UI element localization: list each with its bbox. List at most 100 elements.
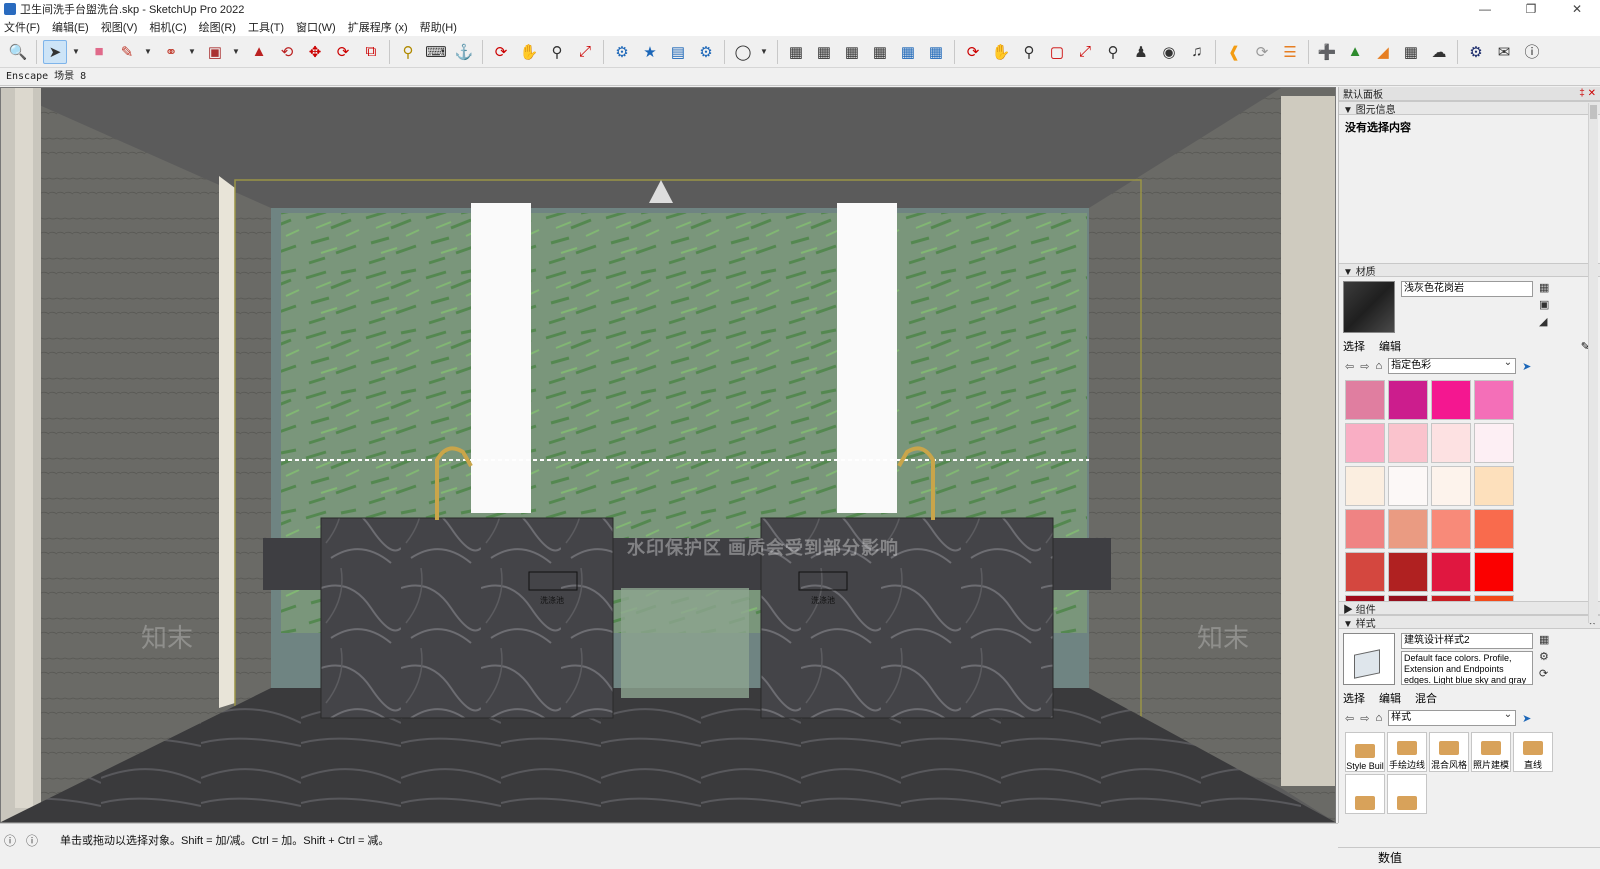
previous-view-icon[interactable]: ⚲	[1101, 40, 1125, 64]
style-folder[interactable]: Style Buil	[1345, 732, 1385, 772]
tab-edit[interactable]: 编辑	[1379, 690, 1401, 706]
material-name-field[interactable]: 浅灰色花岗岩	[1401, 281, 1533, 297]
select-tool-icon[interactable]: ➤	[43, 39, 67, 64]
text-icon[interactable]: ⌨	[424, 40, 448, 64]
walk-icon[interactable]: ♫	[1185, 40, 1209, 64]
measurements-box[interactable]: 数值	[1338, 847, 1600, 869]
enscape-logo-icon[interactable]: ❰	[1222, 40, 1246, 64]
menu-camera[interactable]: 相机(C)	[149, 19, 186, 35]
color-swatch[interactable]	[1431, 423, 1471, 463]
menu-extensions[interactable]: 扩展程序 (x)	[348, 19, 408, 35]
details-arrow-icon[interactable]: ➤	[1522, 360, 1531, 373]
menu-file[interactable]: 文件(F)	[4, 19, 40, 35]
forward-arrow-icon[interactable]: ⇨	[1360, 360, 1369, 373]
color-swatch[interactable]	[1431, 595, 1471, 601]
zoom-extents-icon[interactable]: ⤢	[573, 40, 597, 64]
checker-icon[interactable]: ▦	[1399, 40, 1423, 64]
zoom-window-icon[interactable]: ▢	[1045, 40, 1069, 64]
entity-info-header[interactable]: ▼ 图元信息 ✕	[1339, 101, 1600, 116]
chevron-down-icon[interactable]: ▼	[187, 40, 197, 64]
tab-select[interactable]: 选择	[1343, 690, 1365, 706]
menu-help[interactable]: 帮助(H)	[420, 19, 457, 35]
rectangle-icon[interactable]: ▣	[203, 40, 227, 64]
color-swatch[interactable]	[1474, 552, 1514, 592]
3d-viewport[interactable]: 水印保护区 画质会受到部分影响 洗涤池 洗涤池 知末 知末	[0, 87, 1336, 823]
display-secondary-icon[interactable]: ▦	[1539, 281, 1549, 294]
tab-mix[interactable]: 混合	[1415, 690, 1437, 706]
style-folder[interactable]: 手绘边线	[1387, 732, 1427, 772]
style-folder[interactable]: 照片建模	[1471, 732, 1511, 772]
pan2-icon[interactable]: ✋	[989, 40, 1013, 64]
minimize-icon[interactable]: —	[1462, 0, 1508, 18]
settings-gear-icon[interactable]: ⚙	[1464, 40, 1488, 64]
components-header[interactable]: ▶ 组件 ✕	[1339, 601, 1600, 616]
style-folder[interactable]: 直线	[1513, 732, 1553, 772]
style-library-select[interactable]: 样式	[1388, 708, 1517, 726]
views-iso-icon[interactable]: ▦	[784, 40, 808, 64]
tab-select[interactable]: 选择	[1343, 338, 1365, 354]
style-folder[interactable]	[1387, 774, 1427, 814]
forward-arrow-icon[interactable]: ⇨	[1360, 712, 1369, 725]
pin-close-icons[interactable]: ‡ ✕	[1579, 88, 1596, 99]
refresh-icon[interactable]: ⟳	[1539, 667, 1549, 680]
geo-location-icon[interactable]: ⓘ	[4, 832, 16, 849]
color-swatch[interactable]	[1388, 509, 1428, 549]
create-style-icon[interactable]: ⚙	[1539, 650, 1549, 663]
color-swatch[interactable]	[1431, 509, 1471, 549]
styles-header[interactable]: ▼ 样式 ✕	[1339, 615, 1600, 630]
views-top-icon[interactable]: ▦	[812, 40, 836, 64]
pencil-line-icon[interactable]: ✎	[115, 40, 139, 64]
eraser-icon[interactable]: ■	[87, 40, 111, 64]
info-icon[interactable]: ⓘ	[1520, 40, 1544, 64]
scene-tab[interactable]: Enscape 场景 8	[6, 71, 86, 82]
views-left-icon[interactable]: ▦	[924, 40, 948, 64]
color-swatch[interactable]	[1431, 380, 1471, 420]
color-swatch[interactable]	[1345, 380, 1385, 420]
tree-icon[interactable]: ▲	[1343, 40, 1367, 64]
style-folder[interactable]: 混合风格	[1429, 732, 1469, 772]
menu-draw[interactable]: 绘图(R)	[199, 19, 236, 35]
color-swatch[interactable]	[1345, 552, 1385, 592]
color-swatch[interactable]	[1345, 509, 1385, 549]
details-arrow-icon[interactable]: ➤	[1522, 712, 1531, 725]
color-swatch[interactable]	[1474, 466, 1514, 506]
menu-window[interactable]: 窗口(W)	[296, 19, 336, 35]
color-swatch[interactable]	[1388, 552, 1428, 592]
style-name-field[interactable]: 建筑设计样式2	[1401, 633, 1533, 649]
color-swatch[interactable]	[1388, 423, 1428, 463]
color-swatch[interactable]	[1345, 423, 1385, 463]
material-library-select[interactable]: 指定色彩	[1388, 356, 1517, 374]
color-swatch[interactable]	[1345, 466, 1385, 506]
material-preview[interactable]	[1343, 281, 1395, 333]
chevron-down-icon[interactable]: ▼	[231, 40, 241, 64]
menu-view[interactable]: 视图(V)	[101, 19, 138, 35]
color-swatch[interactable]	[1431, 466, 1471, 506]
layout-icon[interactable]: ▤	[666, 40, 690, 64]
style-description[interactable]: Default face colors. Profile, Extension …	[1401, 651, 1533, 685]
arc-icon[interactable]: ⚭	[159, 40, 183, 64]
cloud-upload-icon[interactable]: ☁	[1427, 40, 1451, 64]
color-swatch[interactable]	[1474, 423, 1514, 463]
back-arrow-icon[interactable]: ⇦	[1345, 360, 1354, 373]
zoom2-icon[interactable]: ⚲	[1017, 40, 1041, 64]
materials-icon[interactable]: ◢	[1371, 40, 1395, 64]
style-folder[interactable]	[1345, 774, 1385, 814]
color-swatch[interactable]	[1388, 380, 1428, 420]
chevron-down-icon[interactable]: ▼	[759, 40, 769, 64]
zoom-search-icon[interactable]: 🔍	[6, 40, 30, 64]
enscape-sync-icon[interactable]: ⟳	[1250, 40, 1274, 64]
look-around-icon[interactable]: ◉	[1157, 40, 1181, 64]
tab-edit[interactable]: 编辑	[1379, 338, 1401, 354]
home-icon[interactable]: ⌂	[1375, 360, 1382, 372]
default-material-icon[interactable]: ◢	[1539, 315, 1549, 328]
color-swatch[interactable]	[1431, 552, 1471, 592]
mail-icon[interactable]: ✉	[1492, 40, 1516, 64]
color-swatch[interactable]	[1474, 380, 1514, 420]
update-style-icon[interactable]: ▦	[1539, 633, 1549, 646]
chevron-down-icon[interactable]: ▼	[71, 40, 81, 64]
tape-measure-icon[interactable]: ⚲	[396, 40, 420, 64]
chevron-down-icon[interactable]: ▼	[143, 40, 153, 64]
user-account-icon[interactable]: ◯	[731, 40, 755, 64]
extension-warehouse-icon[interactable]: ★	[638, 40, 662, 64]
color-swatch[interactable]	[1388, 595, 1428, 601]
